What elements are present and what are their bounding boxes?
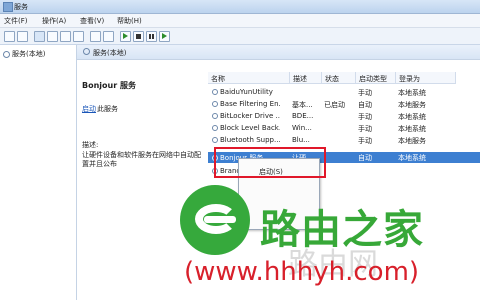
table-row[interactable]: Bluetooth Supp... Blu... 手动 本地服务 xyxy=(208,135,480,146)
service-name: BaiduYunUtility xyxy=(220,88,273,96)
start-service-icon[interactable] xyxy=(120,31,131,42)
table-row[interactable]: Base Filtering En... 基本... 已启动 自动 本地服务 xyxy=(208,99,480,110)
export-icon[interactable] xyxy=(73,31,84,42)
back-icon[interactable] xyxy=(4,31,15,42)
menu-help[interactable]: 帮助(H) xyxy=(117,16,142,26)
console-tree-icon[interactable] xyxy=(34,31,45,42)
toolbar xyxy=(0,28,480,45)
service-name-heading: Bonjour 服务 xyxy=(82,81,136,90)
description-label: 描述: xyxy=(82,141,99,149)
service-startup-type: 手动 xyxy=(358,113,372,121)
menu-file[interactable]: 文件(F) xyxy=(4,16,28,26)
start-service-link-suffix: 此服务 xyxy=(97,105,118,113)
gear-icon xyxy=(83,48,90,55)
service-startup-type: 手动 xyxy=(358,89,372,97)
title-bar: 服务 xyxy=(0,0,480,14)
service-name: Base Filtering En... xyxy=(220,100,280,108)
pause-service-icon[interactable] xyxy=(146,31,157,42)
service-icon xyxy=(212,89,218,95)
service-log-on-as: 本地系统 xyxy=(398,125,426,133)
service-startup-type: 自动 xyxy=(358,101,372,109)
red-highlight-box xyxy=(214,147,326,178)
service-log-on-as: 本地系统 xyxy=(398,154,426,162)
table-row[interactable]: BitLocker Drive ... BDE... 手动 本地系统 xyxy=(208,111,480,122)
header-title: 服务(本地) xyxy=(93,49,127,57)
console-tree: 服务(本地) xyxy=(0,45,77,300)
menu-bar: 文件(F) 操作(A) 查看(V) 帮助(H) xyxy=(0,14,480,28)
description-text: 让硬件设备和软件服务在网络中自动配置并且公布 xyxy=(82,151,201,168)
stop-service-icon[interactable] xyxy=(133,31,144,42)
service-description: BDE... xyxy=(292,112,314,120)
service-status: 已启动 xyxy=(324,101,345,109)
start-service-link[interactable]: 启动 xyxy=(82,104,96,114)
menu-view[interactable]: 查看(V) xyxy=(80,16,104,26)
menu-action[interactable]: 操作(A) xyxy=(42,16,66,26)
restart-service-icon[interactable] xyxy=(159,31,170,42)
table-row[interactable]: Block Level Back... Win... 手动 本地系统 xyxy=(208,123,480,134)
refresh-icon[interactable] xyxy=(60,31,71,42)
service-startup-type: 手动 xyxy=(358,137,372,145)
tree-item-services-local[interactable]: 服务(本地) xyxy=(3,49,45,59)
column-header-name[interactable]: 名称 xyxy=(208,72,290,84)
service-name: Block Level Back... xyxy=(220,124,280,132)
service-name: Bluetooth Supp... xyxy=(220,136,280,144)
service-icon xyxy=(212,125,218,131)
properties-icon[interactable] xyxy=(47,31,58,42)
service-log-on-as: 本地系统 xyxy=(398,113,426,121)
watermark-url: (www.hhhyh.com) xyxy=(184,257,420,287)
service-icon xyxy=(212,113,218,119)
forward-icon[interactable] xyxy=(17,31,28,42)
services-app-icon xyxy=(3,2,13,12)
table-row[interactable]: BaiduYunUtility 手动 本地系统 xyxy=(208,87,480,98)
tree-item-label: 服务(本地) xyxy=(12,50,46,58)
service-log-on-as: 本地服务 xyxy=(398,101,426,109)
window-title: 服务 xyxy=(14,3,28,11)
column-header-status[interactable]: 状态 xyxy=(322,72,356,84)
gear-icon xyxy=(3,50,10,58)
help-icon[interactable] xyxy=(90,31,101,42)
service-log-on-as: 本地系统 xyxy=(398,89,426,97)
service-startup-type: 自动 xyxy=(358,154,372,162)
service-description: 基本... xyxy=(292,101,313,109)
view-icon[interactable] xyxy=(103,31,114,42)
watermark: 路由之家 路由网 (www.hhhyh.com) xyxy=(180,185,480,295)
column-header-startup-type[interactable]: 启动类型 xyxy=(356,72,396,84)
service-icon xyxy=(212,101,218,107)
watermark-logo-icon xyxy=(180,185,250,255)
column-header-description[interactable]: 描述 xyxy=(290,72,322,84)
service-log-on-as: 本地服务 xyxy=(398,137,426,145)
service-description: Win... xyxy=(292,124,312,132)
service-icon xyxy=(212,137,218,143)
service-startup-type: 手动 xyxy=(358,125,372,133)
service-name: BitLocker Drive ... xyxy=(220,112,280,120)
service-description: Blu... xyxy=(292,136,310,144)
services-header: 服务(本地) xyxy=(77,45,480,60)
column-header-log-on-as[interactable]: 登录为 xyxy=(396,72,456,84)
